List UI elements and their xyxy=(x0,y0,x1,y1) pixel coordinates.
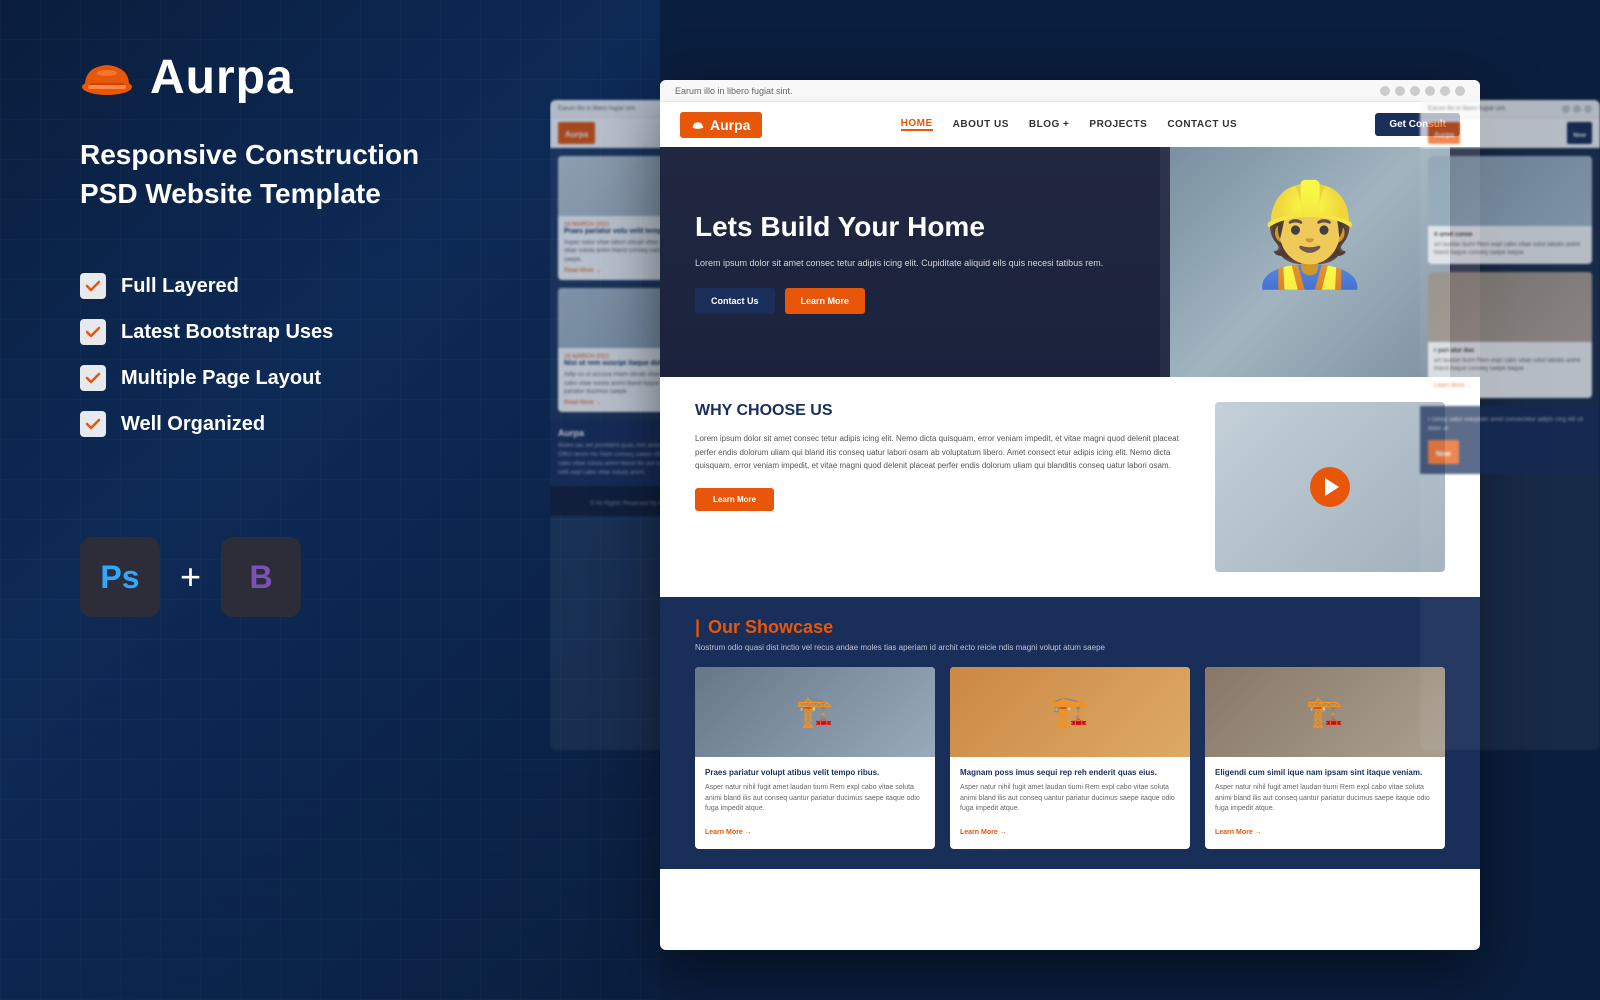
notification-bar: Earum illo in libero fugiat sint. xyxy=(660,80,1480,102)
right-img-1 xyxy=(1428,156,1592,226)
helmet-icon xyxy=(80,55,135,100)
feature-label-2: Latest Bootstrap Uses xyxy=(121,321,333,344)
right-text-1: art laudan tiumi Rem expl cabo vitae sol… xyxy=(1434,241,1586,258)
why-text: WHY CHOOSE US Lorem ipsum dolor sit amet… xyxy=(695,402,1185,572)
tech-logos: Ps + B xyxy=(80,537,580,617)
right-link-2[interactable]: Learn More → xyxy=(1434,383,1472,389)
nav-link-home[interactable]: HOME xyxy=(901,118,933,131)
social-icon-li xyxy=(1410,86,1420,96)
right-cta-text: r consy satur voluptate amet consectetur… xyxy=(1428,416,1592,434)
why-title: WHY CHOOSE US xyxy=(695,402,1185,420)
right-nav-logo: Aurpa xyxy=(1428,122,1460,144)
right-card-2: r pari atur duc art laudan tiumi Rem exp… xyxy=(1428,272,1592,398)
features-list: Full Layered Latest Bootstrap Uses Multi… xyxy=(80,273,580,457)
play-triangle xyxy=(1325,478,1339,496)
showcase-card-text-2: Asper natur nihil fugit amet laudan tium… xyxy=(960,783,1180,815)
right-img-2 xyxy=(1428,272,1592,342)
hero-learn-button[interactable]: Learn More xyxy=(785,288,866,314)
nav-link-contact[interactable]: CONTACT US xyxy=(1167,119,1237,130)
website-preview-main: Earum illo in libero fugiat sint. Aurpa … xyxy=(660,80,1480,950)
feature-item-1: Full Layered xyxy=(80,273,580,299)
ps-text: Ps xyxy=(100,559,139,596)
showcase-link-2[interactable]: Learn More → xyxy=(960,829,1007,836)
hero-subtitle: Lorem ipsum dolor sit amet consec tetur … xyxy=(695,256,1103,270)
nav-bar: Aurpa HOME ABOUT US BLOG + PROJECTS CONT… xyxy=(660,102,1480,147)
feature-label-3: Multiple Page Layout xyxy=(121,367,321,390)
feature-label-4: Well Organized xyxy=(121,413,265,436)
why-body: Lorem ipsum dolor sit amet consec tetur … xyxy=(695,432,1185,473)
showcase-subtitle: Nostrum odio quasi dist inctio vel recus… xyxy=(695,643,1445,652)
nav-link-about[interactable]: ABOUT US xyxy=(953,119,1009,130)
feature-label-1: Full Layered xyxy=(121,275,239,298)
showcase-img-2 xyxy=(950,667,1190,757)
hero-worker-image xyxy=(1170,147,1450,377)
tagline: Responsive Construction PSD Website Temp… xyxy=(80,135,580,213)
brand-name: Aurpa xyxy=(150,50,294,105)
showcase-link-1[interactable]: Learn More → xyxy=(705,829,752,836)
right-card-1: it amet conse art laudan tiumi Rem expl … xyxy=(1428,156,1592,264)
hero-title: Lets Build Your Home xyxy=(695,210,1103,244)
right-label-1: it amet conse xyxy=(1434,232,1586,238)
hero-buttons: Contact Us Learn More xyxy=(695,288,1103,314)
showcase-card-text-3: Asper natur nihil fugit amet laudan tium… xyxy=(1215,783,1435,815)
showcase-card-3: Eligendi cum simil ique nam ipsam sint i… xyxy=(1205,667,1445,849)
side-preview-right: Earum illo in libero fugiat sint. Aurpa … xyxy=(1420,100,1600,750)
feature-item-3: Multiple Page Layout xyxy=(80,365,580,391)
social-icon-gp xyxy=(1440,86,1450,96)
brand-logo: Aurpa xyxy=(80,50,580,105)
why-learn-button[interactable]: Learn More xyxy=(695,488,774,511)
showcase-img-1 xyxy=(695,667,935,757)
right-label-2: r pari atur duc xyxy=(1434,348,1586,354)
right-text-2: art laudan tiumi Rem expl cabo vitae sol… xyxy=(1434,357,1586,374)
check-icon-1 xyxy=(80,273,106,299)
showcase-card-title-1: Praes pariatur volupt atibus velit tempo… xyxy=(705,767,925,778)
side-notif-text: Earum illo in libero fugiat sint. xyxy=(558,106,636,112)
why-choose-section: WHY CHOOSE US Lorem ipsum dolor sit amet… xyxy=(660,377,1480,597)
photoshop-logo: Ps xyxy=(80,537,160,617)
social-icon-tw xyxy=(1395,86,1405,96)
social-icon-fb xyxy=(1380,86,1390,96)
nav-logo-text: Aurpa xyxy=(710,117,750,133)
right-nav-cta: Now xyxy=(1567,122,1592,144)
feature-item-4: Well Organized xyxy=(80,411,580,437)
tagline-text: Responsive Construction PSD Website Temp… xyxy=(80,135,580,213)
play-button[interactable] xyxy=(1310,467,1350,507)
right-panel: Earum illo in libero fugiat sint. Aurpa … xyxy=(550,0,1600,1000)
bootstrap-logo: B xyxy=(221,537,301,617)
hero-contact-button[interactable]: Contact Us xyxy=(695,288,775,314)
showcase-title: Our Showcase xyxy=(695,617,1445,638)
showcase-grid: Praes pariatur volupt atibus velit tempo… xyxy=(695,667,1445,849)
right-cta-button[interactable]: Now xyxy=(1428,440,1459,464)
nav-link-projects[interactable]: PROJECTS xyxy=(1089,119,1147,130)
nav-links: HOME ABOUT US BLOG + PROJECTS CONTACT US xyxy=(901,118,1237,131)
showcase-card-title-3: Eligendi cum simil ique nam ipsam sint i… xyxy=(1215,767,1435,778)
right-cta-section: r consy satur voluptate amet consectetur… xyxy=(1420,406,1600,474)
right-notif: Earum illo in libero fugiat sint. xyxy=(1428,106,1506,112)
nav-logo[interactable]: Aurpa xyxy=(680,112,762,138)
check-icon-3 xyxy=(80,365,106,391)
showcase-card-1: Praes pariatur volupt atibus velit tempo… xyxy=(695,667,935,849)
feature-item-2: Latest Bootstrap Uses xyxy=(80,319,580,345)
social-icons-top xyxy=(1380,86,1465,96)
plus-sign: + xyxy=(180,556,201,598)
showcase-link-3[interactable]: Learn More → xyxy=(1215,829,1262,836)
social-icon-yt xyxy=(1425,86,1435,96)
showcase-card-title-2: Magnam poss imus sequi rep reh enderit q… xyxy=(960,767,1180,778)
bs-text: B xyxy=(249,559,272,596)
check-icon-2 xyxy=(80,319,106,345)
hero-content: Lets Build Your Home Lorem ipsum dolor s… xyxy=(695,210,1103,314)
why-image xyxy=(1215,402,1445,572)
showcase-card-text-1: Asper natur nihil fugit amet laudan tium… xyxy=(705,783,925,815)
showcase-img-3 xyxy=(1205,667,1445,757)
showcase-card-2: Magnam poss imus sequi rep reh enderit q… xyxy=(950,667,1190,849)
notif-text: Earum illo in libero fugiat sint. xyxy=(675,86,793,96)
nav-link-blog[interactable]: BLOG + xyxy=(1029,119,1070,130)
showcase-section: Our Showcase Nostrum odio quasi dist inc… xyxy=(660,597,1480,869)
check-icon-4 xyxy=(80,411,106,437)
social-icon-pi xyxy=(1455,86,1465,96)
hero-section: Lets Build Your Home Lorem ipsum dolor s… xyxy=(660,147,1480,377)
